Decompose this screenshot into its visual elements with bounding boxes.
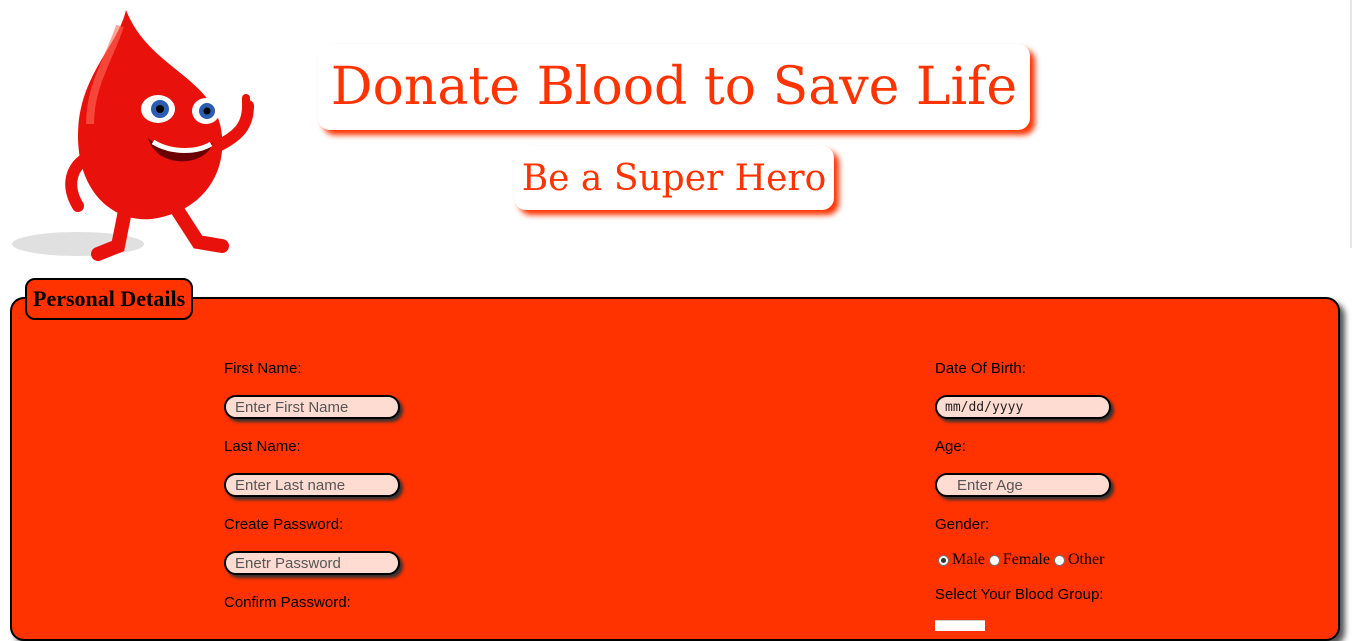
first-name-label: First Name: (224, 360, 302, 377)
age-label: Age: (935, 438, 966, 455)
blood-drop-mascot-icon (12, 10, 254, 261)
gender-option-male[interactable]: Male (938, 551, 985, 569)
create-password-input[interactable] (224, 551, 400, 575)
confirm-password-label: Confirm Password: (224, 594, 351, 611)
dob-input[interactable]: mm/dd/yyyy (935, 395, 1111, 419)
blood-group-select[interactable] (935, 620, 985, 631)
radio-other[interactable] (1053, 554, 1065, 566)
last-name-label: Last Name: (224, 438, 301, 455)
radio-male[interactable] (938, 554, 949, 566)
personal-details-fieldset (10, 297, 1340, 641)
dob-label: Date Of Birth: (935, 360, 1026, 377)
last-name-input[interactable] (224, 473, 400, 497)
page-title: Donate Blood to Save Life (330, 57, 1018, 117)
title-banner: Donate Blood to Save Life (318, 44, 1030, 130)
legend-text: Personal Details (33, 286, 186, 311)
age-input[interactable] (935, 473, 1111, 497)
radio-other-label: Other (1067, 551, 1105, 568)
radio-male-label: Male (952, 551, 985, 568)
subtitle-banner: Be a Super Hero (514, 146, 834, 210)
gender-label: Gender: (935, 516, 990, 533)
page-subtitle: Be a Super Hero (521, 157, 827, 199)
gender-option-female[interactable]: Female (988, 551, 1050, 569)
gender-radio-group: Male Female Other (938, 551, 1108, 569)
blood-group-label: Select Your Blood Group: (935, 586, 1104, 603)
gender-option-other[interactable]: Other (1053, 551, 1105, 569)
radio-female[interactable] (988, 554, 1000, 566)
first-name-input[interactable] (224, 395, 400, 419)
radio-female-label: Female (1002, 551, 1050, 568)
create-password-label: Create Password: (224, 516, 344, 533)
dob-value: mm/dd/yyyy (945, 399, 1024, 415)
fieldset-legend: Personal Details (25, 278, 194, 320)
